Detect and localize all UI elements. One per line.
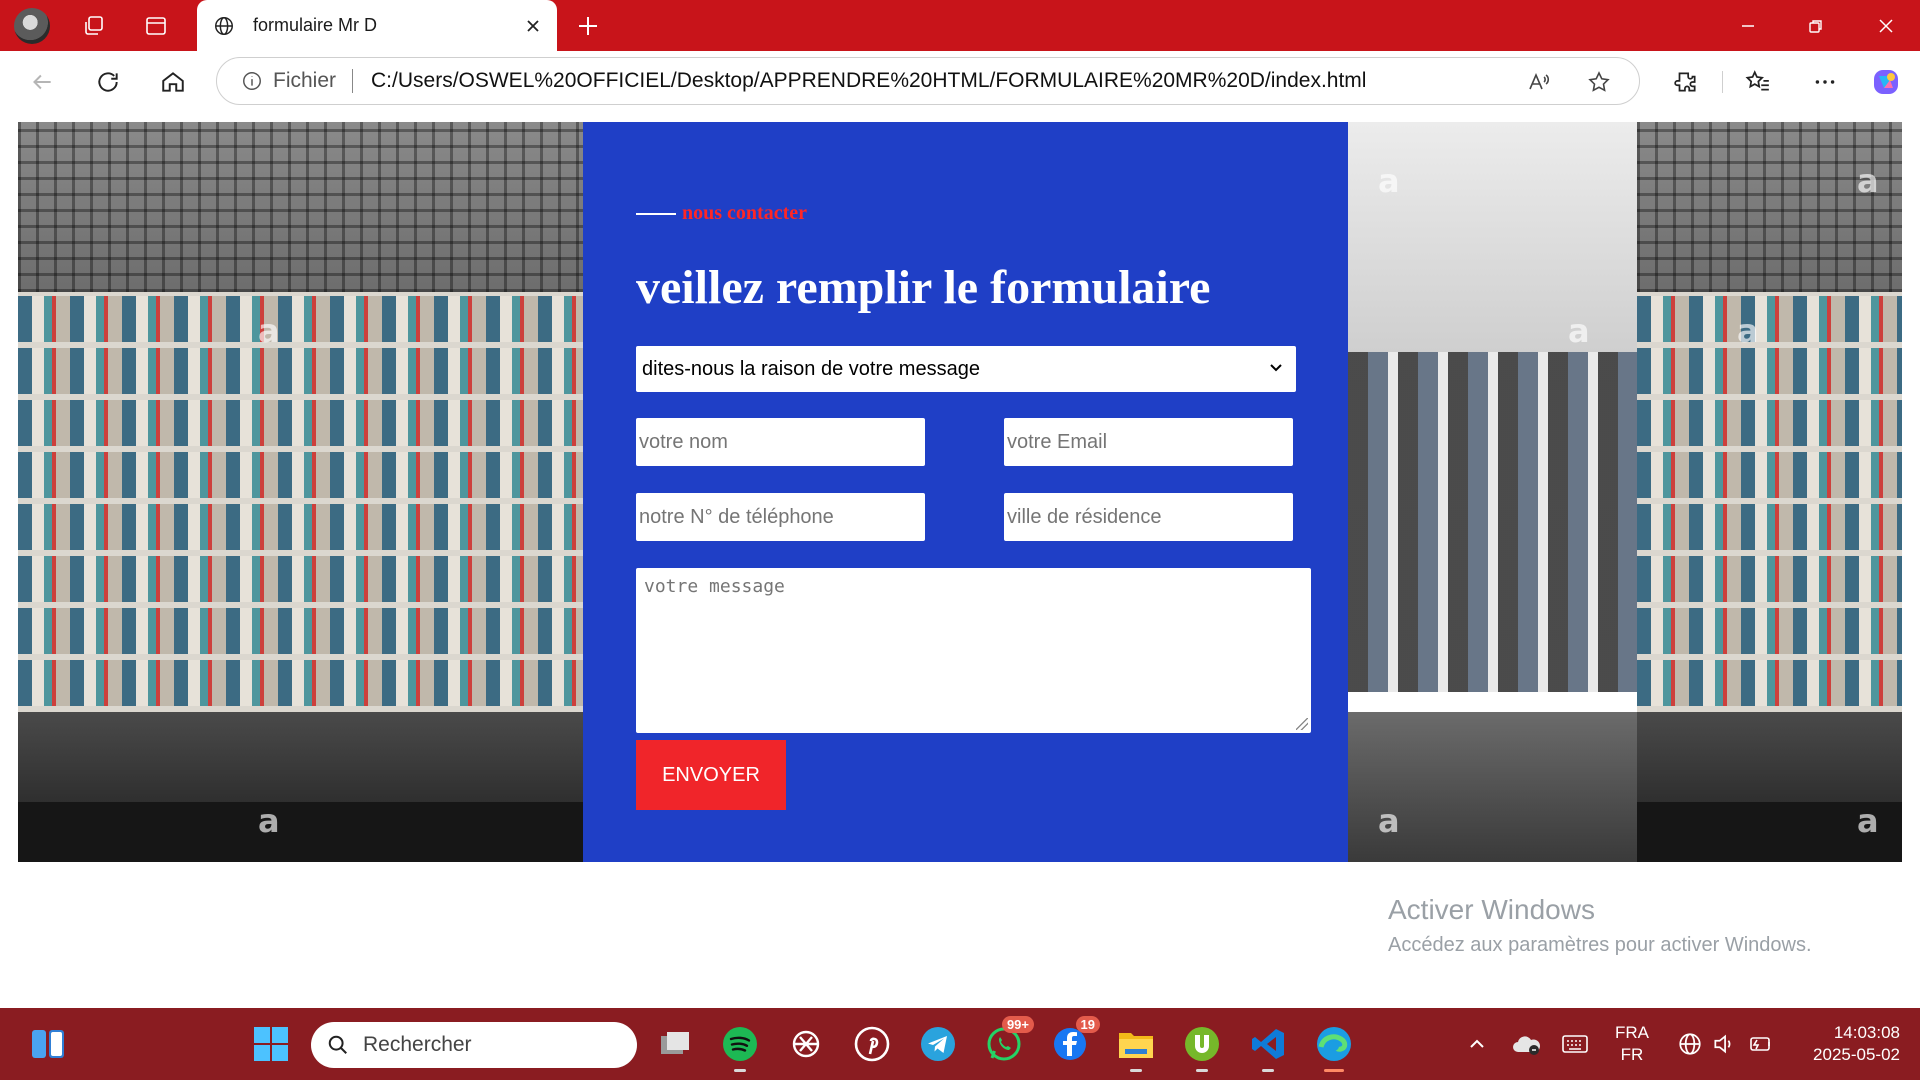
running-indicator	[734, 1069, 746, 1072]
start-icon[interactable]	[249, 1022, 293, 1066]
search-label: Rechercher	[363, 1033, 472, 1056]
scheme-label: Fichier	[273, 69, 337, 92]
vscode-icon[interactable]	[1246, 1022, 1290, 1072]
browser-titlebar: formulaire Mr D	[0, 0, 1920, 51]
store-photo-middle: a a a	[1348, 122, 1637, 862]
resize-grip-icon[interactable]	[1296, 718, 1308, 730]
home-icon[interactable]	[153, 62, 193, 102]
close-tab-icon[interactable]	[515, 8, 551, 44]
running-indicator	[1130, 1069, 1142, 1072]
email-input[interactable]: votre Email	[1004, 418, 1293, 466]
profile-avatar[interactable]	[14, 8, 50, 44]
keyboard-layout: FR	[1620, 1045, 1644, 1064]
favorites-icon[interactable]	[1738, 62, 1778, 102]
city-input[interactable]: ville de résidence	[1004, 493, 1293, 541]
activation-watermark: Activer Windows Accédez aux paramètres p…	[1388, 894, 1812, 957]
message-textarea[interactable]: votre message	[636, 568, 1311, 733]
address-separator	[352, 69, 354, 93]
browser-toolbar: Fichier C:/Users/OSWEL%20OFFICIEL/Deskto…	[0, 51, 1920, 111]
tab-title: formulaire Mr D	[253, 15, 378, 35]
close-window-icon[interactable]	[1852, 0, 1920, 51]
store-photo-right: a a a	[1637, 122, 1902, 862]
spotify-icon[interactable]	[718, 1022, 762, 1072]
phone-input[interactable]: notre N° de téléphone	[636, 493, 925, 541]
contact-form-panel: nous contacter veillez remplir le formul…	[583, 122, 1348, 862]
task-view-icon[interactable]	[653, 1022, 697, 1066]
utorrent-icon[interactable]	[1180, 1022, 1224, 1072]
system-clock[interactable]: 14:03:08 2025-05-02	[1790, 1008, 1900, 1080]
language-code: FRA	[1615, 1023, 1649, 1042]
photo-watermark: a	[258, 802, 280, 840]
pinterest-icon[interactable]	[850, 1022, 894, 1066]
minimize-icon[interactable]	[1714, 0, 1782, 51]
battery-icon[interactable]	[1738, 1022, 1782, 1066]
whatsapp-icon[interactable]: 99+	[982, 1016, 1034, 1066]
keyboard-icon[interactable]	[1553, 1022, 1597, 1066]
reason-select[interactable]: dites-nous la raison de votre message	[636, 346, 1296, 392]
store-photo-left: a a	[18, 122, 583, 862]
clock-date: 2025-05-02	[1813, 1045, 1900, 1064]
telegram-icon[interactable]	[916, 1022, 960, 1066]
edge-icon[interactable]	[1312, 1022, 1356, 1072]
photo-watermark: a	[1857, 802, 1879, 840]
search-icon	[325, 1032, 351, 1058]
photo-watermark: a	[1568, 312, 1590, 350]
photo-watermark: a	[1378, 162, 1400, 200]
read-aloud-icon[interactable]	[1525, 68, 1553, 96]
running-indicator	[1262, 1069, 1274, 1072]
more-options-icon[interactable]	[1805, 62, 1845, 102]
activation-title: Activer Windows	[1388, 894, 1595, 925]
clock-time: 14:03:08	[1833, 1023, 1900, 1042]
file-explorer-icon[interactable]	[1114, 1022, 1158, 1072]
toolbar-divider	[1722, 71, 1723, 93]
taskbar: Rechercher 99+ 19 FRA FR 14:03:08 2025-0…	[0, 1008, 1920, 1080]
restore-icon[interactable]	[1782, 0, 1850, 51]
taskbar-search[interactable]: Rechercher	[311, 1022, 637, 1068]
globe-icon	[209, 11, 239, 41]
section-eyebrow: nous contacter	[636, 202, 807, 225]
send-button[interactable]: ENVOYER	[636, 740, 786, 810]
chevron-up-icon[interactable]	[1455, 1022, 1499, 1066]
name-input[interactable]: votre nom	[636, 418, 925, 466]
reload-icon[interactable]	[88, 62, 128, 102]
back-icon[interactable]	[22, 62, 62, 102]
chevron-down-icon	[1266, 358, 1286, 378]
eyebrow-line	[636, 212, 676, 215]
photo-watermark: a	[258, 312, 280, 350]
address-bar[interactable]: Fichier C:/Users/OSWEL%20OFFICIEL/Deskto…	[216, 57, 1640, 105]
messenger-badge: 19	[1075, 1016, 1100, 1033]
message-placeholder: votre message	[644, 576, 785, 597]
chatgpt-icon[interactable]	[784, 1022, 828, 1066]
tab-actions-icon[interactable]	[138, 8, 174, 44]
extensions-icon[interactable]	[1666, 62, 1706, 102]
url-text[interactable]: C:/Users/OSWEL%20OFFICIEL/Desktop/APPREN…	[371, 69, 1366, 93]
onedrive-icon[interactable]	[1505, 1022, 1549, 1066]
copilot-icon[interactable]	[1866, 62, 1906, 102]
activation-subtitle: Accédez aux paramètres pour activer Wind…	[1388, 934, 1812, 956]
photo-watermark: a	[1857, 162, 1879, 200]
widgets-icon[interactable]	[26, 1022, 70, 1066]
reason-select-value: dites-nous la raison de votre message	[642, 357, 980, 380]
photo-watermark: a	[1378, 802, 1400, 840]
info-icon[interactable]	[239, 68, 265, 94]
tab-active[interactable]: formulaire Mr D	[197, 0, 557, 51]
new-tab-icon[interactable]	[570, 8, 606, 44]
workspaces-icon[interactable]	[76, 8, 112, 44]
eyebrow-text: nous contacter	[682, 202, 807, 224]
form-headline: veillez remplir le formulaire	[636, 261, 1211, 314]
photo-watermark: a	[1737, 312, 1759, 350]
running-indicator	[1196, 1069, 1208, 1072]
running-indicator	[1324, 1069, 1344, 1072]
add-favorite-icon[interactable]	[1585, 68, 1613, 96]
messenger-icon[interactable]: 19	[1048, 1016, 1100, 1066]
whatsapp-badge: 99+	[1001, 1016, 1034, 1033]
language-indicator[interactable]: FRA FR	[1610, 1008, 1654, 1080]
